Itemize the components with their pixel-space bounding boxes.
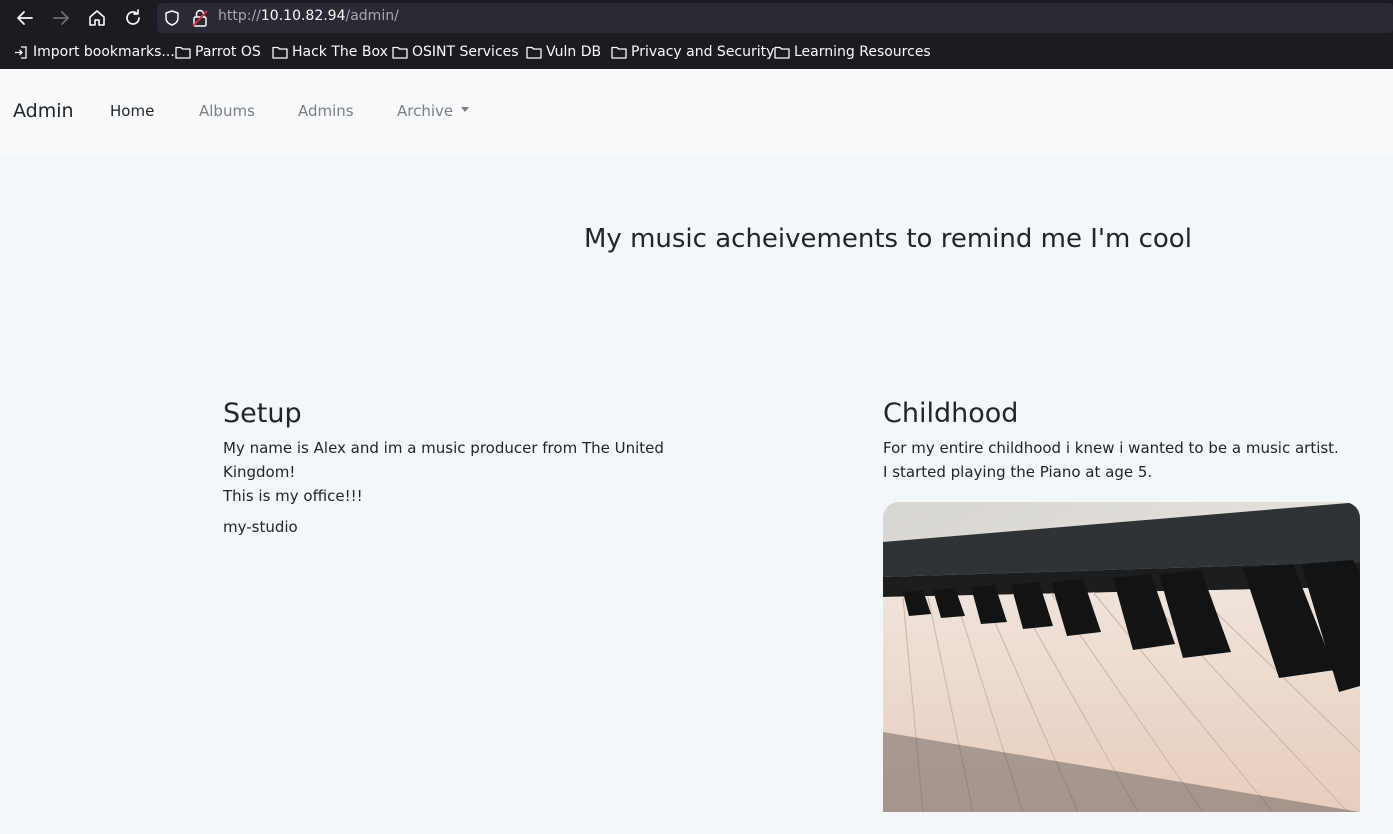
- import-icon: [15, 45, 27, 59]
- piano-image: [883, 502, 1360, 812]
- section-line: For my entire childhood i knew i wanted …: [883, 439, 1339, 457]
- bookmark-osint-services[interactable]: OSINT Services: [392, 44, 519, 60]
- section-text: For my entire childhood i knew i wanted …: [883, 436, 1363, 484]
- bookmark-parrot-os[interactable]: Parrot OS: [175, 44, 261, 60]
- bookmark-vuln-db[interactable]: Vuln DB: [526, 44, 601, 60]
- bookmarks-bar: Import bookmarks... Parrot OS Hack The B…: [0, 40, 1393, 66]
- folder-icon: [392, 46, 408, 59]
- section-setup: Setup My name is Alex and im a music pro…: [223, 398, 703, 536]
- section-text: My name is Alex and im a music producer …: [223, 436, 703, 508]
- bookmark-label: Parrot OS: [195, 44, 261, 60]
- nav-link-home[interactable]: Home: [110, 102, 154, 120]
- section-heading: Childhood: [883, 398, 1019, 429]
- browser-chrome: http://10.10.82.94/admin/ Import bookmar…: [0, 0, 1393, 69]
- page-title: My music acheivements to remind me I'm c…: [584, 224, 1192, 254]
- folder-icon: [175, 46, 191, 59]
- bookmark-label: Learning Resources: [794, 44, 931, 60]
- folder-icon: [611, 46, 627, 59]
- shield-icon: [165, 10, 179, 26]
- bookmark-label: Vuln DB: [546, 44, 602, 60]
- bookmark-label: Hack The Box: [292, 44, 388, 60]
- bookmark-label: Import bookmarks...: [33, 44, 175, 60]
- bookmark-hack-the-box[interactable]: Hack The Box: [272, 44, 388, 60]
- section-heading: Setup: [223, 398, 302, 429]
- nav-dropdown-archive[interactable]: Archive: [397, 102, 470, 120]
- back-button[interactable]: [13, 6, 37, 30]
- forward-button[interactable]: [49, 6, 73, 30]
- site-navbar: Admin Home Albums Admins Archive: [0, 69, 1393, 155]
- back-arrow-icon: [17, 11, 33, 25]
- caret-down-icon: [461, 107, 470, 112]
- section-line: This is my office!!!: [223, 487, 363, 505]
- home-icon: [89, 10, 105, 26]
- bookmark-label: Privacy and Security: [631, 44, 775, 60]
- nav-link-admins[interactable]: Admins: [298, 102, 354, 120]
- bookmark-privacy-and-security[interactable]: Privacy and Security: [611, 44, 774, 60]
- bookmark-import[interactable]: Import bookmarks...: [14, 44, 175, 60]
- home-button[interactable]: [85, 6, 109, 30]
- nav-link-albums[interactable]: Albums: [199, 102, 255, 120]
- section-childhood: Childhood For my entire childhood i knew…: [883, 398, 1363, 484]
- broken-image-alt-text: my-studio: [223, 518, 298, 536]
- navbar-brand[interactable]: Admin: [13, 100, 74, 122]
- url-path: /admin/: [345, 8, 399, 24]
- forward-arrow-icon: [53, 11, 69, 25]
- nav-dropdown-label: Archive: [397, 102, 454, 120]
- url-host: 10.10.82.94: [260, 8, 346, 24]
- url-scheme: http://: [218, 8, 261, 24]
- reload-button[interactable]: [121, 6, 145, 30]
- folder-icon: [526, 46, 542, 59]
- section-line: My name is Alex and im a music producer …: [223, 439, 664, 481]
- insecure-lock-icon: [192, 9, 208, 27]
- folder-icon: [272, 46, 288, 59]
- section-line: I started playing the Piano at age 5.: [883, 463, 1153, 481]
- bookmark-label: OSINT Services: [412, 44, 519, 60]
- reload-icon: [126, 9, 140, 25]
- url-text[interactable]: http://10.10.82.94/admin/: [218, 8, 399, 24]
- folder-icon: [774, 46, 790, 59]
- bookmark-learning-resources[interactable]: Learning Resources: [774, 44, 931, 60]
